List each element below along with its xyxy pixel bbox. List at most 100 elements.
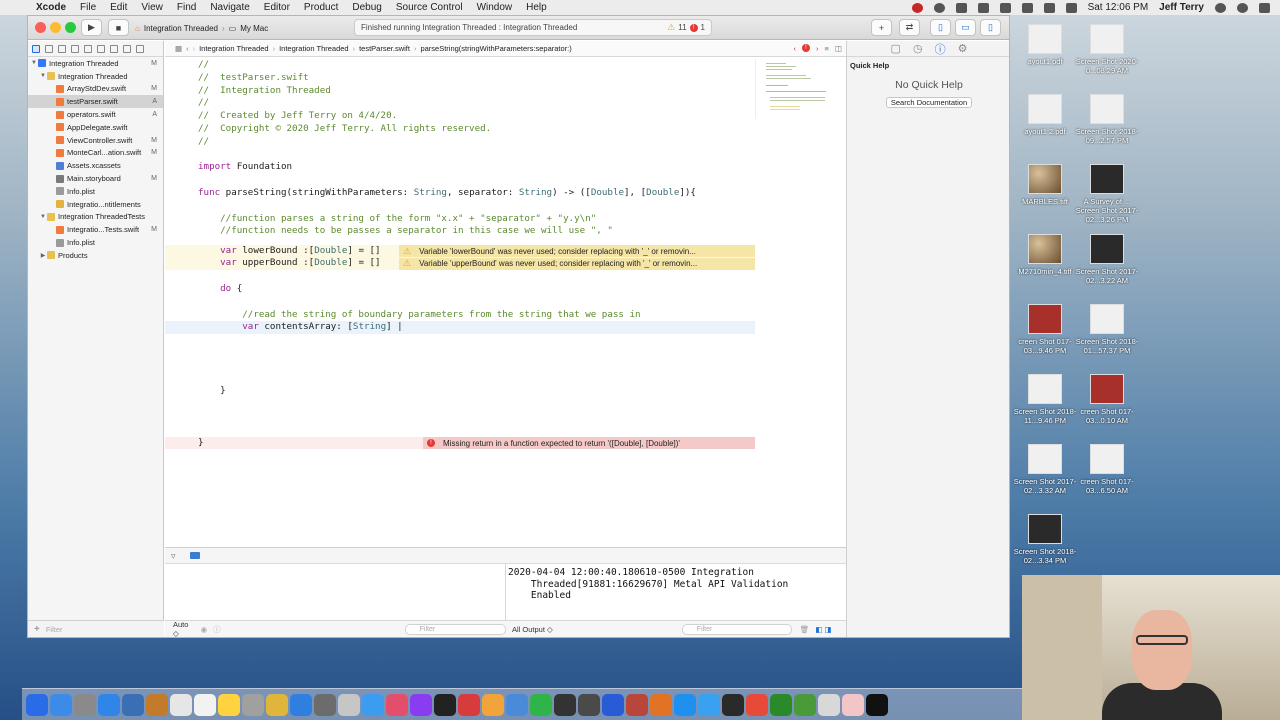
file-tree-item[interactable]: Integratio...ntitlements (28, 198, 163, 211)
file-tree-item[interactable]: ArrayStdDev.swift M (28, 83, 163, 96)
file-tree-item[interactable]: ▼ Integration Threaded M (28, 57, 163, 70)
siri-icon[interactable] (1237, 2, 1248, 13)
menu-find[interactable]: Find (177, 2, 196, 13)
console-filter-input[interactable]: Filter (681, 623, 792, 635)
dock-app-icon[interactable] (842, 693, 864, 716)
eye-icon[interactable]: ◉ (201, 625, 208, 634)
disclosure-triangle-icon[interactable]: ▼ (30, 60, 38, 66)
forward-icon[interactable]: › (193, 44, 196, 53)
dock-app-icon[interactable] (626, 693, 648, 716)
toggle-debug-area-button[interactable]: ▭ (955, 19, 976, 36)
test-icon[interactable] (97, 44, 105, 53)
dock-app-icon[interactable] (818, 693, 840, 716)
source-control-icon[interactable] (45, 44, 53, 53)
dock-app-icon[interactable] (146, 693, 168, 716)
breadcrumb-project[interactable]: Integration Threaded (199, 44, 269, 53)
recording-icon[interactable] (911, 2, 923, 13)
error-icon[interactable]: ! (689, 23, 698, 32)
dock-app-icon[interactable] (602, 693, 624, 716)
dock-app-icon[interactable] (122, 693, 144, 716)
menu-view[interactable]: View (141, 2, 163, 13)
error-count[interactable]: 1 (701, 23, 705, 32)
issue-icon[interactable] (84, 44, 92, 53)
search-documentation-button[interactable]: Search Documentation (886, 97, 972, 108)
file-tree-item[interactable]: ▼ Integration Threaded (28, 70, 163, 83)
menu-debug[interactable]: Debug (352, 2, 381, 13)
file-tree-item[interactable]: Info.plist (28, 236, 163, 249)
dock-app-icon[interactable] (338, 693, 360, 716)
dock-app-icon[interactable] (290, 693, 312, 716)
debug-icon[interactable] (110, 44, 118, 53)
dock-app-icon[interactable] (794, 693, 816, 716)
window-zoom-button[interactable] (65, 22, 76, 33)
dock-app-icon[interactable] (506, 693, 528, 716)
menu-product[interactable]: Product (304, 2, 338, 13)
info-icon[interactable]: ⓘ (213, 624, 221, 635)
dock-app-icon[interactable] (218, 693, 240, 716)
console-output-select[interactable]: All Output ◇ (512, 625, 553, 634)
desktop-file-icon[interactable]: Screen Shot 2018-01...57.37 PM (1072, 304, 1142, 355)
file-tree-item[interactable]: Integratio...Tests.swift M (28, 223, 163, 236)
search-icon[interactable] (71, 44, 79, 53)
report-icon[interactable] (136, 44, 144, 53)
issue-error-icon[interactable]: ! (802, 44, 811, 52)
dock-app-icon[interactable] (746, 693, 768, 716)
file-tree-item[interactable]: MonteCarl...ation.swift M (28, 147, 163, 160)
time-machine-icon[interactable] (999, 2, 1011, 13)
code-area[interactable]: // // testParser.swift // Integration Th… (165, 59, 755, 547)
desktop-file-icon[interactable]: creen Shot 017-03...0.10 AM (1072, 374, 1142, 425)
menu-file[interactable]: File (80, 2, 96, 13)
disclosure-triangle-icon[interactable]: ▼ (39, 73, 47, 79)
bluetooth-icon[interactable] (977, 2, 989, 13)
dock-app-icon[interactable] (434, 693, 456, 716)
breakpoints-toggle-icon[interactable] (190, 552, 200, 559)
menu-help[interactable]: Help (526, 2, 547, 13)
menubar-clock[interactable]: Sat 12:06 PM (1088, 2, 1149, 13)
dock-app-icon[interactable] (362, 693, 384, 716)
dock-app-icon[interactable] (170, 693, 192, 716)
menu-app-name[interactable]: Xcode (36, 2, 66, 13)
dock-app-icon[interactable] (770, 693, 792, 716)
trash-icon[interactable]: 🗑 (800, 625, 810, 634)
file-tree-item[interactable]: ▶ Products (28, 249, 163, 262)
desktop-file-icon[interactable]: ayout1 2.pdf (1010, 94, 1080, 136)
dock-app-icon[interactable] (242, 693, 264, 716)
breadcrumb-symbol[interactable]: parseString(stringWithParameters:separat… (420, 44, 571, 53)
dock-app-icon[interactable] (26, 693, 48, 716)
file-inspector-icon[interactable]: ▢ (891, 42, 901, 55)
attributes-inspector-icon[interactable]: ⚙ (958, 42, 968, 55)
dock-app-icon[interactable] (314, 693, 336, 716)
desktop-file-icon[interactable]: MARBLES.tiff (1010, 164, 1080, 206)
desktop-file-icon[interactable]: creen Shot 017-03...6.50 AM (1072, 444, 1142, 495)
minimap[interactable] (755, 59, 846, 119)
desktop-file-icon[interactable]: Screen Shot 2018-09...2.57 PM (1072, 94, 1142, 145)
file-tree-item[interactable]: ▼ Integration ThreadedTests (28, 211, 163, 224)
toggle-navigator-button[interactable]: ▯ (930, 19, 951, 36)
volume-icon[interactable] (1043, 2, 1055, 13)
back-icon[interactable]: ‹ (186, 44, 189, 53)
history-inspector-icon[interactable]: ◷ (913, 42, 923, 55)
dock-app-icon[interactable] (698, 693, 720, 716)
disclosure-triangle-icon[interactable]: ▼ (39, 214, 47, 220)
disclosure-triangle-icon[interactable]: ▶ (39, 252, 47, 259)
menu-navigate[interactable]: Navigate (210, 2, 249, 13)
dock-app-icon[interactable] (722, 693, 744, 716)
symbol-icon[interactable] (58, 44, 66, 53)
prev-issue-icon[interactable]: ‹ (794, 44, 797, 53)
dock-app-icon[interactable] (194, 693, 216, 716)
split-editor-icon[interactable]: ◫ (835, 44, 842, 53)
grid-icon[interactable]: ▦ (175, 44, 182, 53)
variables-filter-input[interactable]: Filter (404, 623, 506, 635)
warning-icon[interactable]: ⚠ (667, 22, 675, 33)
menu-window[interactable]: Window (477, 2, 513, 13)
folder-icon[interactable] (32, 44, 40, 53)
desktop-file-icon[interactable]: Screen Shot 2020-0...08.29 AM (1072, 24, 1142, 75)
warning-annotation[interactable]: ⚠ Variable 'upperBound' was never used; c… (399, 257, 755, 270)
dock-app-icon[interactable] (386, 693, 408, 716)
warning-annotation[interactable]: ⚠ Variable 'lowerBound' was never used; c… (399, 245, 755, 257)
dock-app-icon[interactable] (554, 693, 576, 716)
desktop-file-icon[interactable]: Screen Shot 2017-02...3.32 AM (1010, 444, 1080, 495)
error-annotation[interactable]: ! Missing return in a function expected t… (423, 437, 755, 449)
hide-debug-area-icon[interactable]: ▿ (171, 551, 176, 562)
breakpoint-icon[interactable] (123, 44, 131, 53)
